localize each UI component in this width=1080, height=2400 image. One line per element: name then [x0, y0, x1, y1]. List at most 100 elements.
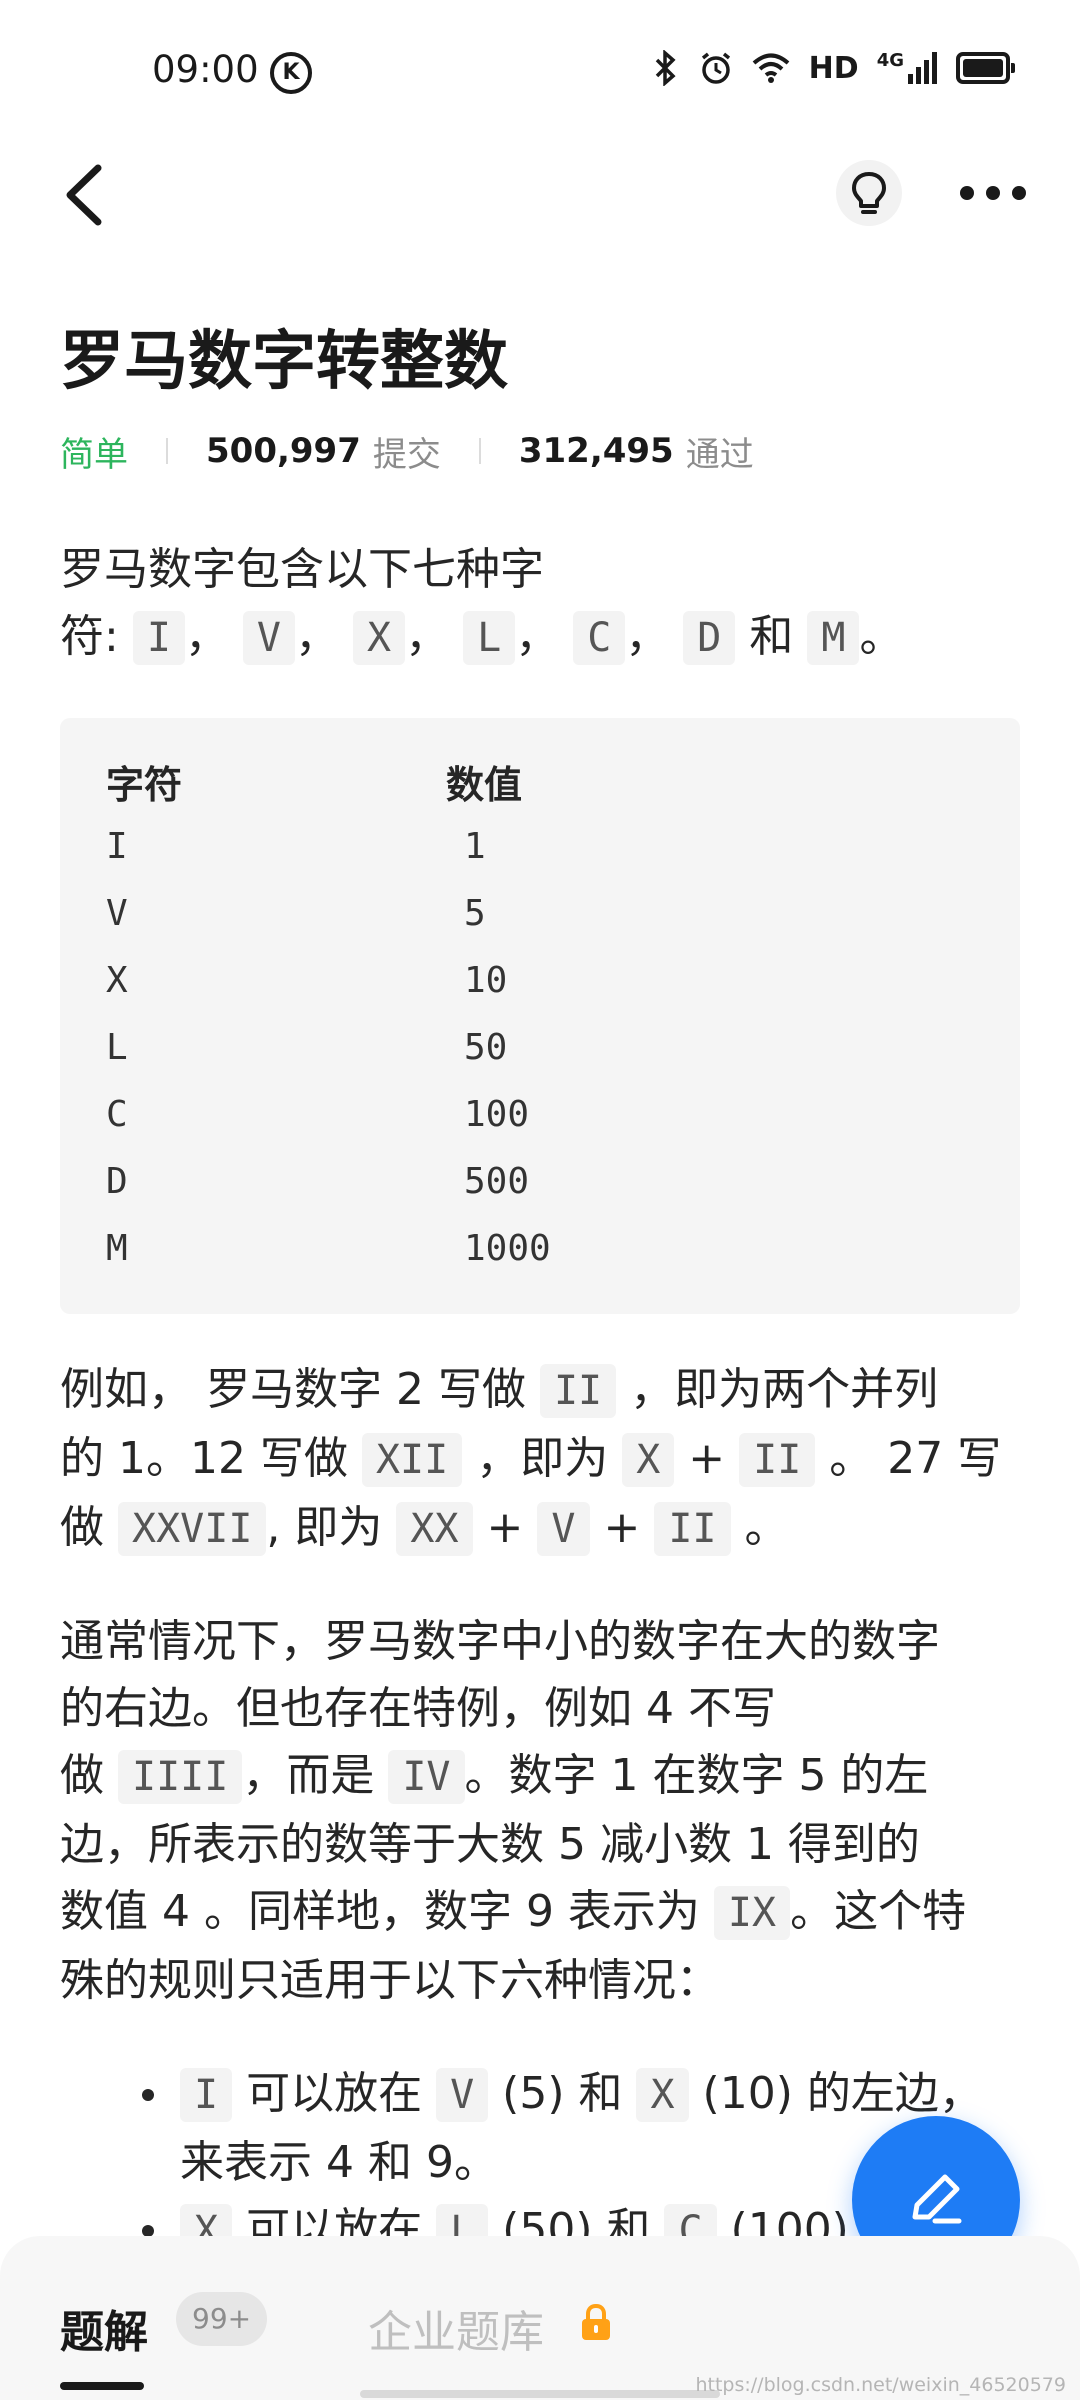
rule-paragraph: 通常情况下，罗马数字中小的数字在大的数字 的右边。但也存在特例，例如 4 不写 …	[60, 1608, 1020, 2014]
tab-enterprise-questions[interactable]: 企业题库	[368, 2296, 544, 2360]
table-cell-value: 5	[464, 893, 486, 934]
table-header-symbol: 字符	[106, 763, 183, 807]
intro-text: ，	[625, 611, 670, 662]
lightbulb-icon	[852, 172, 886, 214]
intro-text: 。	[859, 611, 904, 662]
code-symbol: V	[537, 1502, 590, 1556]
code-symbol: D	[683, 611, 736, 665]
hint-button[interactable]	[836, 160, 902, 226]
status-bar: 09:00 K HD 4G	[0, 0, 1080, 140]
signal-label: 4G	[876, 50, 904, 71]
text: 。数字 1 在数字 5 的左	[464, 1750, 929, 1801]
rule-line: 做 IIII ，而是 IV 。数字 1 在数字 5 的左	[60, 1742, 1020, 1811]
problem-meta: 简单 500,997 提交 312,495 通过	[60, 426, 754, 476]
text: ，即为两个并列	[616, 1364, 939, 1415]
status-time: 09:00	[152, 48, 259, 91]
text: 。	[730, 1502, 789, 1553]
code-symbol: I	[180, 2068, 233, 2122]
code-symbol: X	[636, 2068, 689, 2122]
text: 。 27 写	[815, 1433, 1002, 1484]
table-cell-symbol: M	[106, 1228, 128, 1269]
table-row: C 100	[60, 1082, 1020, 1149]
difficulty-label: 简单	[60, 434, 128, 475]
table-cell-symbol: C	[106, 1094, 128, 1135]
table-cell-value: 50	[464, 1027, 508, 1068]
code-symbol: X	[622, 1433, 675, 1487]
divider	[166, 438, 168, 464]
table-cell-symbol: X	[106, 960, 128, 1001]
tab-solutions[interactable]: 题解	[60, 2296, 148, 2360]
table-cell-value: 1	[464, 826, 486, 867]
text: (5) 和	[488, 2068, 637, 2119]
text: ，即为	[462, 1433, 623, 1484]
code-symbol: I	[132, 611, 185, 665]
active-tab-indicator	[60, 2382, 144, 2390]
code-symbol: X	[353, 611, 406, 665]
text: 数值 4 。同样地，数字 9 表示为	[60, 1886, 714, 1937]
divider	[478, 438, 481, 464]
text: +	[589, 1502, 655, 1553]
rule-line: 数值 4 。同样地，数字 9 表示为 IX 。这个特	[60, 1878, 1020, 1947]
accepted-label: 通过	[685, 434, 754, 475]
rule-line: 殊的规则只适用于以下六种情况：	[60, 1955, 720, 2006]
table-row: D 500	[60, 1149, 1020, 1216]
text: +	[674, 1433, 740, 1484]
example-line: 做 XXVII, 即为 XX + V + II 。	[60, 1494, 1020, 1563]
hd-indicator: HD	[808, 50, 859, 86]
code-symbol: XII	[361, 1433, 463, 1487]
text: , 即为	[266, 1502, 397, 1553]
alarm-icon	[701, 52, 730, 84]
intro-text: 和	[735, 611, 808, 662]
code-symbol: C	[573, 611, 626, 665]
text: +	[472, 1502, 538, 1553]
table-cell-value: 100	[464, 1094, 530, 1135]
table-cell-value: 1000	[464, 1228, 551, 1269]
accepted-count: 312,495	[518, 431, 674, 471]
watermark: https://blog.csdn.net/weixin_46520579	[695, 2374, 1066, 2396]
code-symbol: XXVII	[118, 1502, 267, 1556]
rule-line: 通常情况下，罗马数字中小的数字在大的数字	[60, 1616, 940, 1667]
intro-text: ，	[515, 611, 560, 662]
table-cell-symbol: V	[106, 893, 128, 934]
battery-icon	[956, 52, 1015, 84]
home-indicator	[360, 2390, 720, 2398]
example-line: 例如， 罗马数字 2 写做 II ，即为两个并列	[60, 1356, 1020, 1425]
intro-text: ，	[184, 611, 229, 662]
rule-line: 边，所表示的数等于大数 5 减小数 1 得到的	[60, 1819, 920, 1870]
table-row: M 1000	[60, 1216, 1020, 1283]
signal-icon	[908, 52, 937, 84]
table-header-value: 数值	[446, 763, 523, 807]
code-symbol: XX	[396, 1502, 473, 1556]
intro-text: ，	[405, 611, 450, 662]
intro-line: 罗马数字包含以下七种字	[60, 544, 544, 595]
solution-count-badge: 99+	[176, 2292, 268, 2346]
lock-icon	[582, 2303, 610, 2340]
code-symbol: M	[807, 611, 860, 665]
text: 的 1。12 写做	[60, 1433, 362, 1484]
text: 例如， 罗马数字 2 写做	[60, 1364, 540, 1415]
text: 做	[60, 1750, 118, 1801]
intro-text: 符:	[60, 611, 133, 662]
intro-text: ，	[295, 611, 339, 662]
wifi-icon	[752, 53, 789, 83]
submission-label: 提交	[372, 434, 441, 475]
code-symbol: IIII	[118, 1750, 243, 1804]
k-badge-icon: K	[270, 52, 312, 94]
text: 。这个特	[790, 1886, 967, 1937]
table-cell-value: 500	[464, 1161, 530, 1202]
back-arrow-icon[interactable]	[56, 160, 116, 230]
table-row: I1	[60, 814, 1020, 881]
rule-line: 的右边。但也存在特例，例如 4 不写	[60, 1683, 776, 1734]
table-cell-symbol: L	[106, 1027, 128, 1068]
code-symbol: L	[463, 611, 516, 665]
text: ，而是	[242, 1750, 389, 1801]
text: (10) 的左边，	[688, 2068, 983, 2119]
code-symbol: II	[654, 1502, 731, 1556]
symbol-value-table: 字符 数值 I1 V5 X 10 L 50 C 100 D 500 M 1000	[60, 718, 1020, 1314]
table-cell-symbol: D	[106, 1161, 128, 1202]
problem-title: 罗马数字转整数	[60, 325, 508, 399]
table-row: X 10	[60, 948, 1020, 1015]
code-symbol: V	[242, 611, 295, 665]
more-options-icon[interactable]	[958, 176, 1028, 210]
table-row: V5	[60, 881, 1020, 948]
